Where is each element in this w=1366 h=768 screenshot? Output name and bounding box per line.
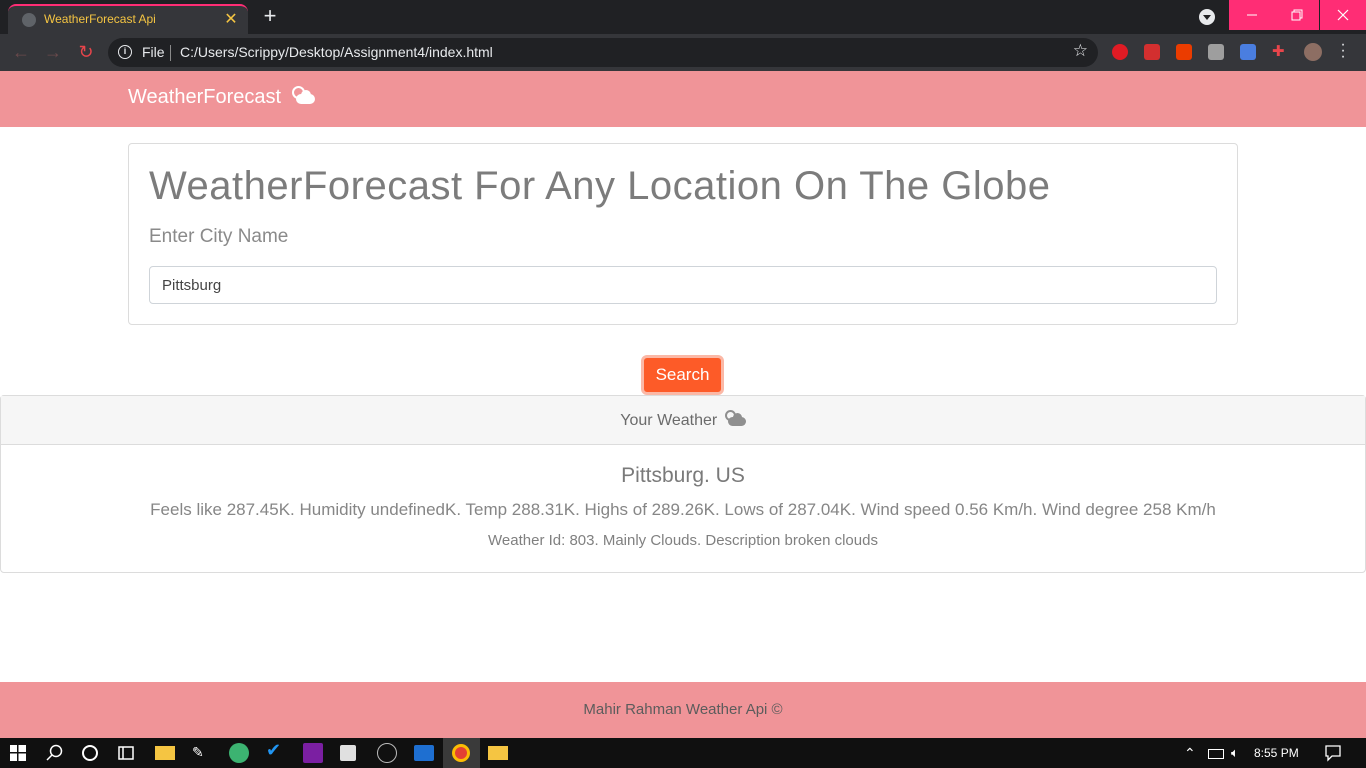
search-button[interactable]: Search <box>641 355 724 395</box>
site-footer: Mahir Rahman Weather Api © <box>0 682 1366 738</box>
battery-icon[interactable] <box>1208 749 1224 759</box>
adblock-extension-icon[interactable] <box>1112 44 1128 60</box>
screenshot-extension-icon[interactable] <box>1208 44 1224 60</box>
weather-card-title: Your Weather <box>620 412 718 429</box>
forward-arrow-icon[interactable]: → <box>42 41 64 63</box>
city-label: Enter City Name <box>149 226 289 247</box>
restore-button[interactable] <box>1274 0 1319 30</box>
url-text[interactable]: C:/Users/Scrippy/Desktop/Assignment4/ind… <box>180 44 493 60</box>
browser-tab-strip: WeatherForecast Api ✕ + <box>0 0 1366 34</box>
lastpass-extension-icon[interactable] <box>1144 44 1160 60</box>
address-bar[interactable]: i File C:/Users/Scrippy/Desktop/Assignme… <box>108 38 1098 67</box>
task-view-icon[interactable] <box>116 743 136 763</box>
app-icon[interactable] <box>229 743 249 763</box>
browser-tab[interactable]: WeatherForecast Api ✕ <box>8 4 248 34</box>
windows-taskbar: ✎ ✔ ⌃ 🔈︎ 8:55 PM <box>0 738 1366 768</box>
tab-title: WeatherForecast Api <box>44 12 156 26</box>
restore-icon <box>1291 9 1302 21</box>
city-name: Pittsburg. US <box>621 464 745 487</box>
file-explorer-icon[interactable] <box>155 746 175 760</box>
close-window-button[interactable] <box>1320 0 1366 30</box>
chrome-taskbar-button[interactable] <box>443 738 480 768</box>
weather-description: Weather Id: 803. Mainly Clouds. Descript… <box>488 532 878 549</box>
close-icon <box>1337 9 1349 21</box>
info-icon[interactable]: i <box>118 45 132 59</box>
store-icon[interactable] <box>340 745 356 761</box>
pen-tool-icon[interactable]: ✎ <box>192 744 212 764</box>
app-icon[interactable] <box>377 743 397 763</box>
office-extension-icon[interactable] <box>1176 44 1192 60</box>
close-tab-icon[interactable]: ✕ <box>222 9 240 29</box>
globe-icon <box>22 13 36 27</box>
cortana-icon[interactable] <box>80 743 100 763</box>
windows-start-icon[interactable] <box>10 745 30 765</box>
brand-text: WeatherForecast <box>128 86 282 108</box>
weather-card-header: Your Weather <box>1 396 1365 445</box>
scheme-label: File <box>142 44 165 60</box>
chrome-icon <box>452 744 470 762</box>
weather-card: Your Weather Pittsburg. US Feels like 28… <box>0 395 1366 573</box>
brand-link[interactable]: WeatherForecast <box>128 86 315 109</box>
notification-icon[interactable] <box>1324 744 1344 764</box>
page-title: WeatherForecast For Any Location On The … <box>149 164 1051 208</box>
powershell-icon[interactable] <box>414 745 434 761</box>
taskbar-clock[interactable]: 8:55 PM <box>1254 746 1299 760</box>
tray-chevron-icon[interactable]: ⌃ <box>1184 745 1196 762</box>
site-navbar: WeatherForecast <box>0 71 1366 127</box>
minimize-button[interactable] <box>1229 0 1274 30</box>
divider <box>170 45 171 61</box>
search-panel: WeatherForecast For Any Location On The … <box>128 143 1238 325</box>
weather-details: Feels like 287.45K. Humidity undefinedK.… <box>150 500 1216 519</box>
extensions-puzzle-icon[interactable]: ✚ <box>1272 44 1288 60</box>
back-arrow-icon[interactable]: ← <box>10 41 32 63</box>
city-input[interactable] <box>149 266 1217 304</box>
tab-search-icon[interactable] <box>1199 9 1215 25</box>
minimize-icon <box>1246 14 1257 16</box>
cloud-sun-icon <box>291 86 315 106</box>
todo-check-icon[interactable]: ✔ <box>266 740 286 760</box>
search-icon[interactable] <box>45 743 65 763</box>
more-menu-icon[interactable]: · · · <box>1336 37 1350 65</box>
volume-icon[interactable]: 🔈︎ <box>1231 745 1239 761</box>
avatar[interactable] <box>1304 43 1322 61</box>
cloud-sun-icon <box>724 410 746 428</box>
new-tab-button[interactable]: + <box>258 4 282 28</box>
folder-icon[interactable] <box>488 746 508 760</box>
onenote-icon[interactable] <box>303 743 323 763</box>
bookmark-star-icon[interactable]: ☆ <box>1073 41 1088 61</box>
translate-extension-icon[interactable] <box>1240 44 1256 60</box>
reload-icon[interactable]: ↻ <box>75 41 97 63</box>
browser-toolbar: ← → ↻ i File C:/Users/Scrippy/Desktop/As… <box>0 34 1366 71</box>
